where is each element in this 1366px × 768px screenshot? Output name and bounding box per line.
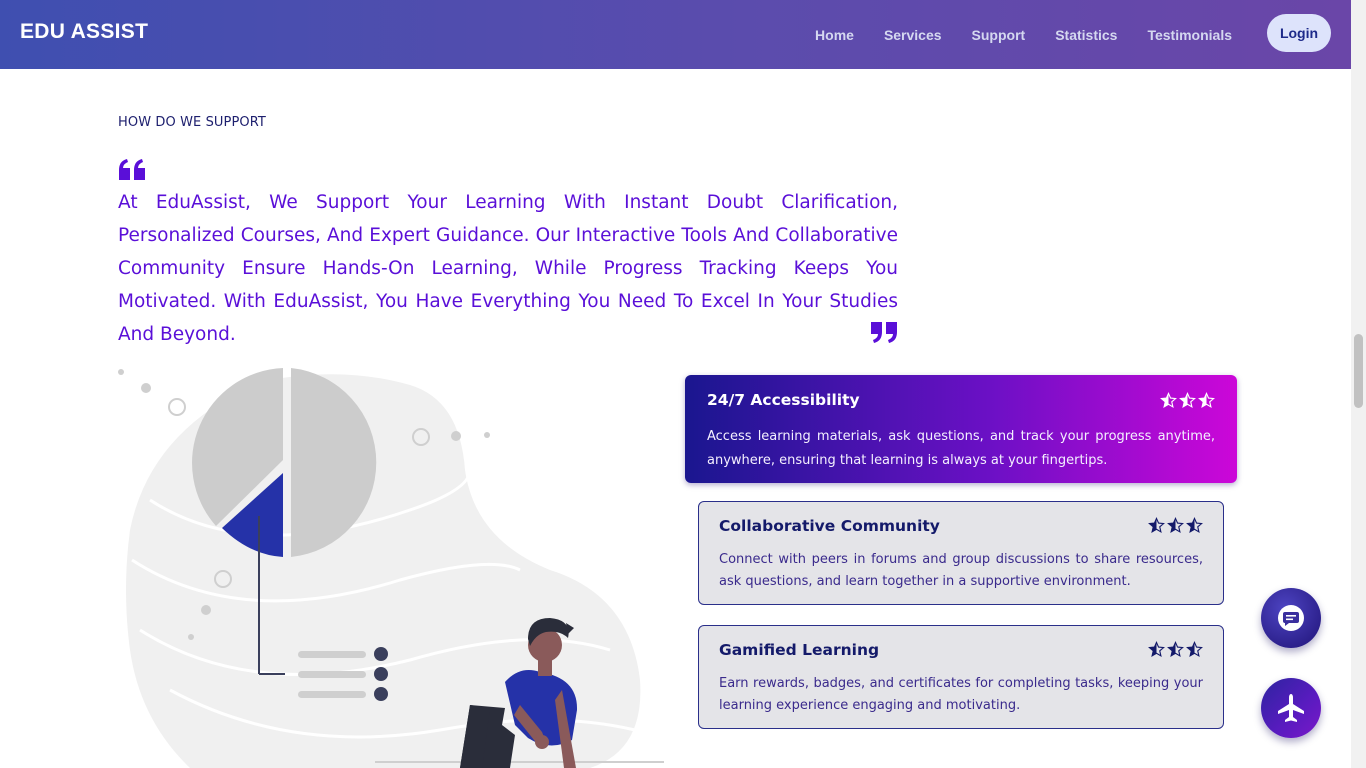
star-rating	[1148, 641, 1203, 658]
airplane-icon	[1278, 694, 1304, 722]
nav-links: Home Services Support Statistics Testimo…	[815, 0, 1232, 69]
open-quote-icon	[119, 159, 145, 180]
scrollbar-thumb[interactable]	[1354, 334, 1363, 408]
star-half-icon	[1198, 392, 1215, 409]
star-half-icon	[1167, 517, 1184, 534]
star-half-icon	[1186, 641, 1203, 658]
nav-link-statistics[interactable]: Statistics	[1055, 27, 1117, 43]
star-half-icon	[1167, 641, 1184, 658]
star-half-icon	[1148, 641, 1165, 658]
feature-card-title: Gamified Learning	[719, 641, 880, 659]
navbar: EDU ASSIST Home Services Support Statist…	[0, 0, 1351, 69]
star-half-icon	[1179, 392, 1196, 409]
star-half-icon	[1148, 517, 1165, 534]
feature-card-title: Collaborative Community	[719, 517, 940, 535]
close-quote-icon	[871, 322, 897, 343]
support-description: At EduAssist, We Support Your Learning W…	[118, 192, 898, 345]
feature-card-gamified[interactable]: Gamified Learning Earn rewards, badges, …	[698, 625, 1224, 729]
star-half-icon	[1160, 392, 1177, 409]
nav-link-services[interactable]: Services	[884, 27, 942, 43]
feature-card-title: 24/7 Accessibility	[707, 391, 860, 409]
nav-link-home[interactable]: Home	[815, 27, 854, 43]
section-label: HOW DO WE SUPPORT	[118, 115, 266, 130]
feature-card-description: Connect with peers in forums and group d…	[719, 552, 1203, 589]
star-half-icon	[1186, 517, 1203, 534]
support-illustration	[118, 368, 664, 768]
feature-card-community[interactable]: Collaborative Community Connect with pee…	[698, 501, 1224, 605]
login-button[interactable]: Login	[1267, 14, 1331, 52]
chat-button[interactable]	[1261, 588, 1321, 648]
nav-link-testimonials[interactable]: Testimonials	[1147, 27, 1232, 43]
feature-card-description: Access learning materials, ask questions…	[707, 429, 1215, 468]
nav-link-support[interactable]: Support	[972, 27, 1026, 43]
feature-card-accessibility[interactable]: 24/7 Accessibility Access learning mater…	[685, 375, 1237, 483]
page-scrollbar[interactable]	[1351, 0, 1366, 768]
page: EDU ASSIST Home Services Support Statist…	[0, 0, 1366, 768]
star-rating	[1160, 392, 1215, 409]
chat-icon	[1278, 605, 1304, 631]
brand-logo[interactable]: EDU ASSIST	[20, 20, 148, 44]
scroll-top-button[interactable]	[1261, 678, 1321, 738]
star-rating	[1148, 517, 1203, 534]
feature-card-description: Earn rewards, badges, and certificates f…	[719, 676, 1203, 713]
